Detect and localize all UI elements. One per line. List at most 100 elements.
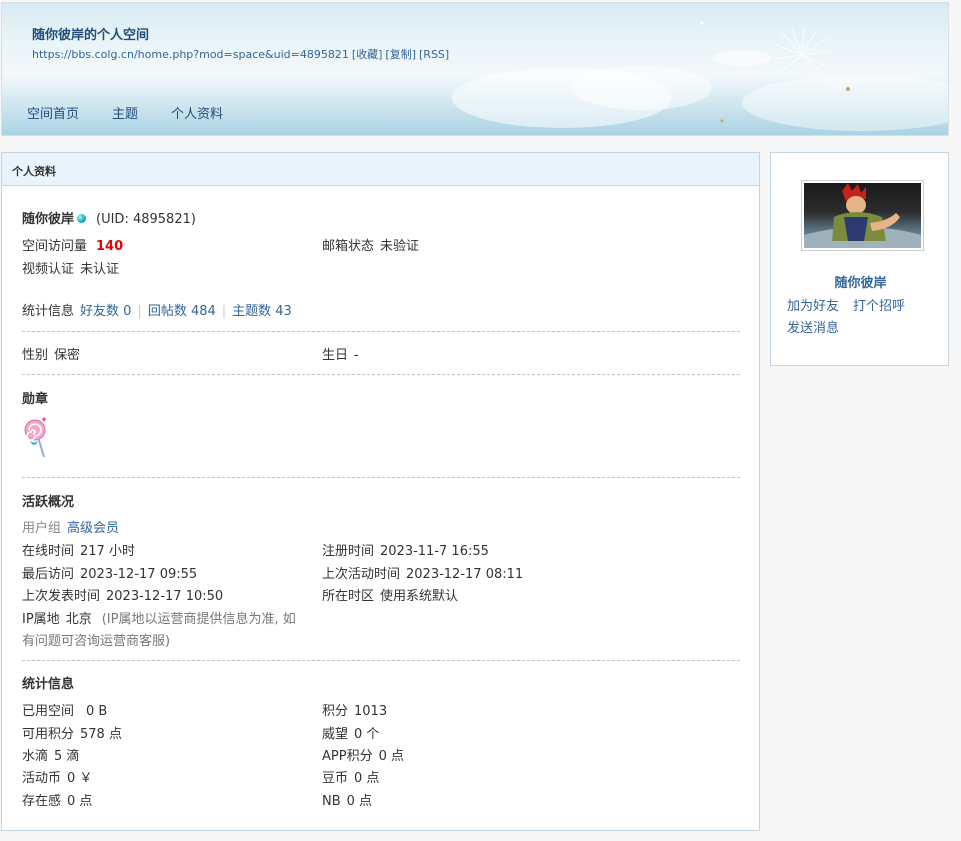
timezone-row: 所在时区 使用系统默认	[322, 585, 458, 604]
available-points-row: 可用积分 578 点	[22, 723, 122, 742]
username-row: 随你彼岸 (UID: 4895821)	[22, 208, 196, 227]
bean-coin-label: 豆币	[322, 771, 349, 786]
visits-row: 空间访问量 140	[22, 235, 123, 254]
medals-title: 勋章	[22, 388, 48, 407]
space-nav: 空间首页 主题 个人资料	[27, 103, 223, 122]
visits-label: 空间访问量	[22, 239, 88, 254]
video-verify-row: 视频认证 未认证	[22, 258, 119, 277]
activity-coin-label: 活动币	[22, 771, 62, 786]
ip-location-note-row: 有问题可咨询运营商客服)	[22, 630, 170, 649]
birthday-row: 生日 -	[322, 344, 359, 363]
video-verify-label: 视频认证	[22, 262, 75, 277]
activity-title-text: 活跃概况	[22, 495, 75, 510]
last-visit-value: 2023-12-17 09:55	[80, 567, 198, 582]
points-label: 积分	[322, 704, 349, 719]
ip-location-note-continued: 有问题可咨询运营商客服)	[22, 634, 171, 649]
last-post-row: 上次发表时间 2023-12-17 10:50	[22, 585, 223, 604]
separator: |	[137, 304, 142, 319]
favorite-link[interactable]: [收藏]	[352, 48, 383, 61]
statistics-title: 统计信息	[22, 673, 74, 692]
last-post-label: 上次发表时间	[22, 589, 101, 604]
send-message-link[interactable]: 发送消息	[787, 321, 839, 336]
nb-value: 0 点	[346, 794, 373, 809]
visits-count: 140	[96, 239, 124, 254]
avatar-image	[804, 183, 921, 248]
nb-label: NB	[322, 794, 341, 809]
gender-row: 性别 保密	[22, 344, 80, 363]
add-friend-link[interactable]: 加为好友	[787, 299, 839, 314]
lollipop-medal-icon[interactable]	[22, 415, 52, 460]
presence-value: 0 点	[67, 794, 93, 809]
user-group-link[interactable]: 高级会员	[67, 521, 119, 536]
medals-title-text: 勋章	[22, 392, 49, 407]
used-space-value: 0 B	[86, 704, 108, 719]
ip-location-note: (IP属地以运营商提供信息为准, 如	[101, 612, 296, 627]
last-visit-label: 最后访问	[22, 567, 75, 582]
water-drops-row: 水滴 5 滴	[22, 745, 79, 764]
summary-stats-label: 统计信息	[22, 304, 75, 319]
separator: |	[221, 304, 227, 319]
last-visit-row: 最后访问 2023-12-17 09:55	[22, 563, 197, 582]
last-active-value: 2023-12-17 08:11	[406, 567, 524, 582]
copy-link[interactable]: [复制]	[385, 48, 416, 61]
activity-coin-value: 0 ￥	[67, 771, 93, 786]
presence-label: 存在感	[22, 794, 62, 809]
prestige-label: 威望	[322, 727, 349, 742]
used-space-row: 已用空间 0 B	[22, 700, 107, 719]
water-drops-label: 水滴	[22, 749, 49, 764]
prestige-row: 威望 0 个	[322, 723, 379, 742]
divider	[22, 374, 740, 375]
ip-location-row: IP属地 北京 (IP属地以运营商提供信息为准, 如	[22, 608, 296, 627]
user-card: 随你彼岸 加为好友 打个招呼 发送消息	[770, 152, 949, 366]
divider	[22, 331, 740, 332]
profile-panel-title: 个人资料	[2, 153, 759, 186]
ip-location-label: IP属地	[22, 612, 60, 627]
summary-stats-row: 统计信息 好友数 0 | 回帖数 484 | 主题数 43	[22, 300, 292, 319]
app-points-row: APP积分 0 点	[322, 745, 404, 764]
email-status-value: 未验证	[380, 239, 420, 254]
greet-link[interactable]: 打个招呼	[853, 299, 905, 314]
gender-value: 保密	[54, 348, 81, 363]
prestige-value: 0 个	[354, 727, 380, 742]
space-url[interactable]: https://bbs.colg.cn/home.php?mod=space&u…	[32, 48, 349, 61]
avatar-illustration	[804, 183, 921, 248]
space-url-line: https://bbs.colg.cn/home.php?mod=space&u…	[32, 46, 452, 62]
nav-threads[interactable]: 主题	[112, 103, 138, 122]
replies-link[interactable]: 回帖数 484	[148, 304, 216, 319]
user-group-row: 用户组 高级会员	[22, 517, 119, 536]
avatar[interactable]	[801, 180, 924, 251]
register-time-label: 注册时间	[322, 544, 375, 559]
user-group-label: 用户组	[22, 521, 62, 536]
gender-label: 性别	[22, 348, 49, 363]
uid: (UID: 4895821)	[96, 212, 196, 227]
divider	[22, 660, 740, 661]
space-title: 随你彼岸的个人空间	[32, 28, 150, 43]
threads-link[interactable]: 主题数 43	[232, 304, 292, 319]
online-time-value: 217 小时	[80, 544, 135, 559]
online-status-icon	[77, 214, 87, 223]
app-points-value: 0 点	[378, 749, 404, 764]
register-time-row: 注册时间 2023-11-7 16:55	[322, 540, 489, 559]
user-card-name[interactable]: 随你彼岸	[771, 272, 950, 291]
birthday-value: -	[354, 348, 359, 363]
activity-coin-row: 活动币 0 ￥	[22, 767, 92, 786]
email-status-row: 邮箱状态 未验证	[322, 235, 419, 254]
last-active-label: 上次活动时间	[322, 567, 401, 582]
nb-row: NB 0 点	[322, 790, 372, 809]
nav-space-home[interactable]: 空间首页	[27, 103, 79, 122]
last-post-value: 2023-12-17 10:50	[106, 589, 224, 604]
divider	[22, 477, 740, 478]
points-row: 积分 1013	[322, 700, 387, 719]
nav-profile[interactable]: 个人资料	[171, 103, 223, 122]
rss-link[interactable]: [RSS]	[419, 48, 449, 61]
statistics-title-text: 统计信息	[22, 677, 75, 692]
presence-row: 存在感 0 点	[22, 790, 92, 809]
timezone-value: 使用系统默认	[380, 589, 459, 604]
points-value: 1013	[354, 704, 388, 719]
bean-coin-row: 豆币 0 点	[322, 767, 379, 786]
user-card-actions: 加为好友 打个招呼 发送消息	[787, 296, 919, 340]
online-time-row: 在线时间 217 小时	[22, 540, 135, 559]
profile-panel: 个人资料 随你彼岸 (UID: 4895821) 空间访问量 140 邮箱状态 未验证…	[1, 152, 760, 831]
online-time-label: 在线时间	[22, 544, 75, 559]
friends-link[interactable]: 好友数 0	[80, 304, 131, 319]
